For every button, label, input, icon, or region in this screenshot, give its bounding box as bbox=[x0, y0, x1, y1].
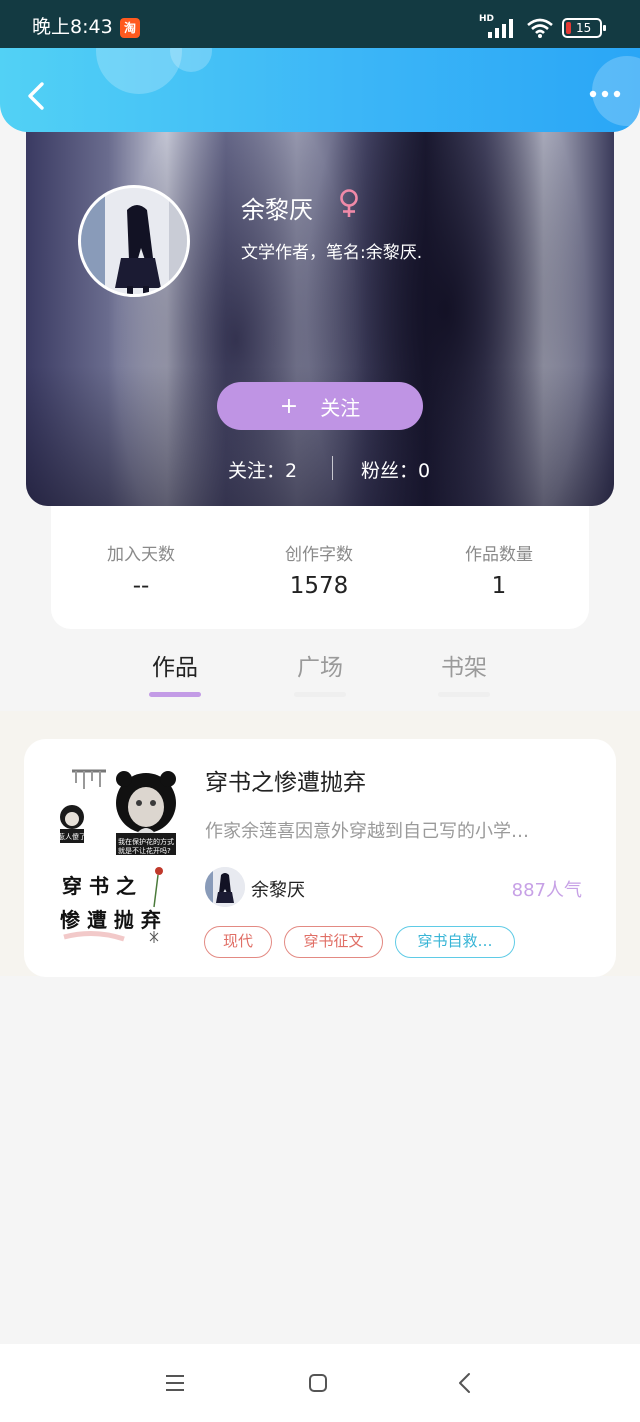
profile-tabs: 作品 广场 书架 bbox=[0, 640, 640, 710]
battery-level-fill bbox=[566, 22, 571, 34]
decor-bubble bbox=[96, 48, 182, 94]
follow-button-label: 关注 bbox=[320, 395, 361, 420]
tab-bookshelf[interactable]: 书架 bbox=[429, 648, 499, 697]
stat-label: 创作字数 bbox=[285, 545, 353, 565]
author-avatar[interactable] bbox=[78, 185, 190, 297]
avatar-silhouette-image bbox=[81, 188, 187, 294]
battery-icon: 15 bbox=[562, 18, 606, 38]
follow-button[interactable]: + 关注 bbox=[217, 382, 423, 430]
home-square-icon[interactable] bbox=[303, 1368, 333, 1398]
stat-value: 1578 bbox=[289, 573, 349, 599]
stats-divider bbox=[332, 456, 333, 480]
works-list: 惹人傻了 我在保护花的方式 就是不让花开吗? 穿 书 之 惨 遭 抛 弃 穿书之… bbox=[0, 711, 640, 977]
work-card[interactable]: 惹人傻了 我在保护花的方式 就是不让花开吗? 穿 书 之 惨 遭 抛 弃 穿书之… bbox=[24, 739, 616, 977]
cover-art-image: 惹人傻了 我在保护花的方式 就是不让花开吗? 穿 书 之 惨 遭 抛 弃 bbox=[54, 757, 190, 947]
tab-underline bbox=[438, 692, 490, 697]
battery-percent: 15 bbox=[576, 21, 592, 35]
plus-icon: + bbox=[279, 393, 299, 419]
cover-text-caption-2: 就是不让花开吗? bbox=[118, 846, 171, 855]
cover-text-small: 惹人傻了 bbox=[58, 832, 86, 841]
tab-label: 书架 bbox=[441, 655, 487, 681]
tab-underline bbox=[149, 692, 201, 697]
cover-title-line-1: 穿 书 之 bbox=[62, 874, 136, 898]
signal-icon bbox=[488, 19, 513, 38]
back-triangle-icon[interactable] bbox=[450, 1368, 480, 1398]
stat-join-days: 加入天数 -- bbox=[51, 540, 231, 599]
tab-label: 广场 bbox=[297, 655, 343, 681]
following-count[interactable]: 关注：2 bbox=[228, 456, 297, 483]
avatar-silhouette-image bbox=[205, 867, 245, 907]
stat-label: 加入天数 bbox=[107, 545, 175, 565]
top-header bbox=[0, 48, 640, 132]
work-popularity: 887人气 bbox=[511, 880, 582, 901]
status-time: 晚上8:43 bbox=[32, 16, 113, 38]
work-tag[interactable]: 现代 bbox=[204, 926, 272, 958]
fans-count[interactable]: 粉丝：0 bbox=[361, 456, 430, 483]
tab-label: 作品 bbox=[152, 655, 198, 681]
tab-underline bbox=[294, 692, 346, 697]
stat-word-count: 创作字数 1578 bbox=[229, 540, 409, 599]
work-description: 作家余莲喜因意外穿越到自己写的小学… bbox=[205, 821, 529, 842]
stat-works-count: 作品数量 1 bbox=[409, 540, 589, 599]
work-tag[interactable]: 穿书征文 bbox=[284, 926, 383, 958]
tab-square[interactable]: 广场 bbox=[285, 648, 355, 697]
author-name: 余黎厌 bbox=[241, 196, 313, 224]
follow-stats: 关注：2 粉丝：0 bbox=[26, 456, 614, 482]
back-button[interactable] bbox=[18, 76, 58, 116]
work-tag[interactable]: 穿书自救… bbox=[395, 926, 515, 958]
work-author-name: 余黎厌 bbox=[251, 880, 305, 901]
stat-label: 作品数量 bbox=[465, 545, 533, 565]
author-bio: 文学作者，笔名:余黎厌. bbox=[241, 243, 423, 263]
cover-title-line-2: 惨 遭 抛 弃 bbox=[60, 908, 161, 932]
female-symbol-icon bbox=[340, 189, 358, 217]
taobao-app-icon: 淘 bbox=[120, 18, 140, 38]
stat-value: -- bbox=[132, 573, 150, 599]
more-options-button[interactable] bbox=[584, 82, 626, 106]
stat-value: 1 bbox=[491, 573, 507, 599]
author-stats-card: 加入天数 -- 创作字数 1578 作品数量 1 bbox=[51, 506, 589, 629]
status-bar: 晚上8:43 淘 HD 15 bbox=[0, 0, 640, 48]
menu-icon[interactable] bbox=[160, 1368, 190, 1398]
cover-text-caption-1: 我在保护花的方式 bbox=[118, 837, 174, 846]
profile-card: 余黎厌 文学作者，笔名:余黎厌. + 关注 关注：2 粉丝：0 bbox=[26, 110, 614, 506]
work-title[interactable]: 穿书之惨遭抛弃 bbox=[205, 763, 366, 797]
system-nav-bar bbox=[0, 1344, 640, 1422]
tab-works[interactable]: 作品 bbox=[140, 648, 210, 697]
wifi-icon bbox=[527, 18, 553, 38]
work-cover-image[interactable]: 惹人傻了 我在保护花的方式 就是不让花开吗? 穿 书 之 惨 遭 抛 弃 bbox=[54, 757, 190, 947]
work-author-avatar bbox=[205, 867, 245, 907]
